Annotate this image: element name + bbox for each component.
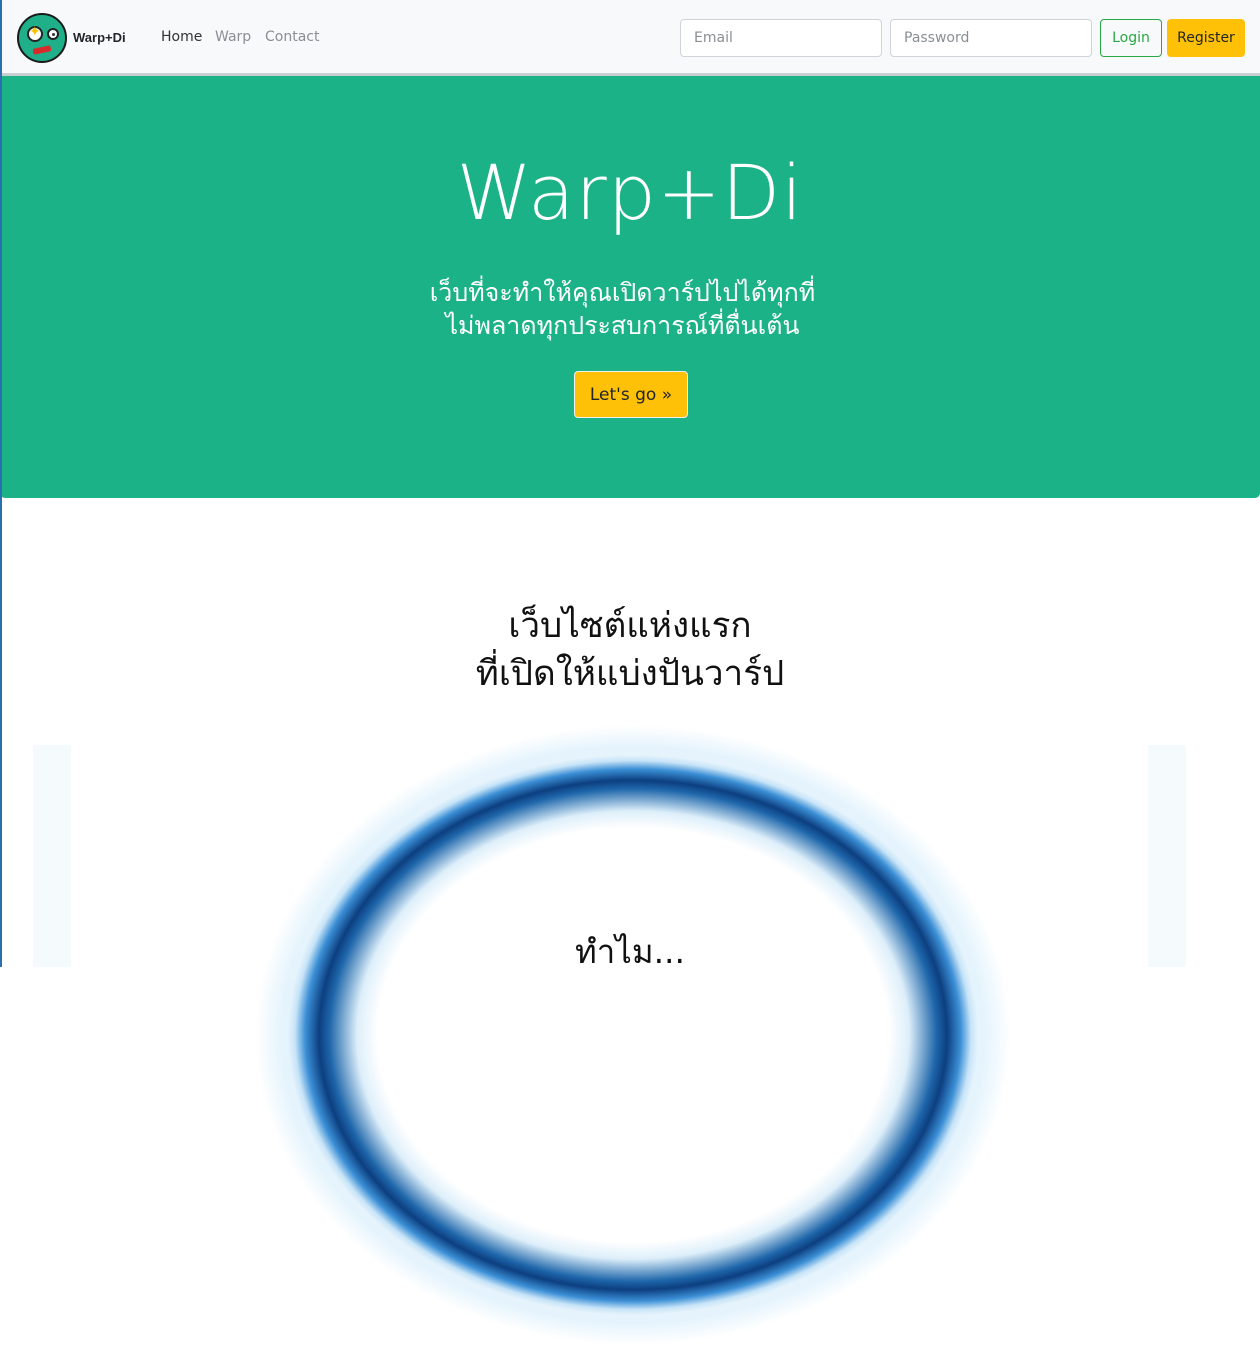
nav-link-home[interactable]: Home — [161, 29, 202, 45]
section-title-line-2: ที่เปิดให้แบ่งปันวาร์ป — [475, 654, 785, 694]
login-button[interactable]: Login — [1100, 19, 1162, 57]
lets-go-button[interactable]: Let's go » — [574, 371, 688, 418]
why-heading: ทำไม... — [574, 932, 686, 971]
hero-banner: Warp+Di เว็บที่จะทำให้คุณเปิดวาร์ปไปได้ท… — [0, 76, 1260, 498]
register-button[interactable]: Register — [1167, 19, 1245, 57]
page-left-border — [0, 0, 2, 967]
hero-subtitle-line-2: ไม่พลาดทุกประสบการณ์ที่ตื่นเต้น — [445, 311, 800, 340]
brand-name[interactable]: Warp+Di — [73, 30, 126, 45]
navbar: ✦ Warp+Di Home Warp Contact Login Regist… — [0, 0, 1260, 76]
email-input[interactable] — [680, 19, 882, 57]
password-input[interactable] — [890, 19, 1092, 57]
logo-icon[interactable]: ✦ — [17, 13, 67, 63]
section-title-line-1: เว็บไซต์แห่งแรก — [508, 606, 752, 646]
warp-portal-image — [288, 755, 978, 1315]
hero-title: Warp+Di — [456, 148, 804, 237]
nav-link-contact[interactable]: Contact — [265, 29, 319, 45]
nav-link-warp[interactable]: Warp — [215, 29, 251, 45]
